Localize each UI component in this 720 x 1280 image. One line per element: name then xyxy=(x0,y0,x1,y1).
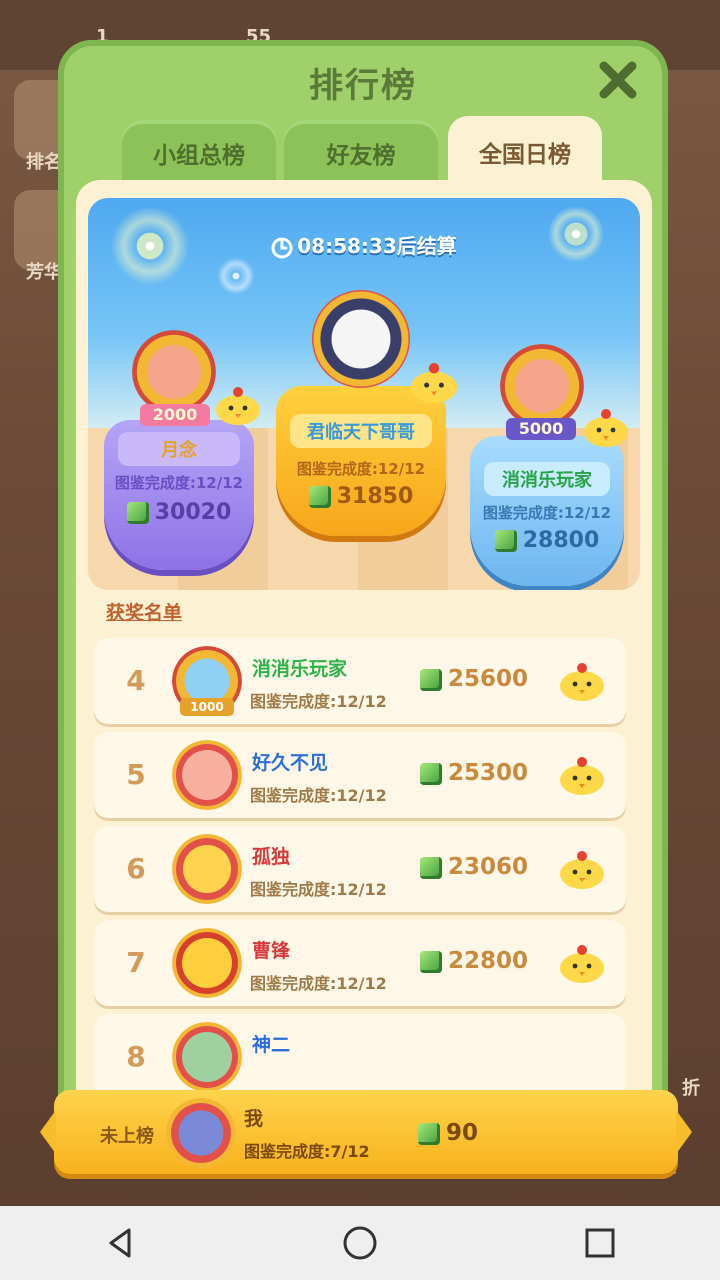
rank-number: 7 xyxy=(126,946,146,979)
chick-icon xyxy=(216,387,260,425)
player-score-wrap: 25600 xyxy=(420,666,528,692)
podium-first-progress: 图鉴完成度:12/12 xyxy=(296,460,426,478)
system-navigation-bar xyxy=(0,1206,720,1280)
tab-national-daily[interactable]: 全国日榜 xyxy=(448,116,602,188)
nav-recent-button[interactable] xyxy=(560,1213,640,1273)
rank-number: 5 xyxy=(126,758,146,791)
list-item[interactable]: 8 神二 xyxy=(94,1014,626,1100)
player-name: 消消乐玩家 xyxy=(252,658,348,680)
background-label-2: 芳华 xyxy=(26,262,62,283)
player-progress: 图鉴完成度:12/12 xyxy=(250,880,387,899)
avatar-badge: 1000 xyxy=(180,698,234,716)
podium-second-badge: 2000 xyxy=(140,404,210,426)
podium-third-name: 消消乐玩家 xyxy=(484,462,610,496)
my-rank-status: 未上榜 xyxy=(100,1126,154,1147)
player-name: 好久不见 xyxy=(252,752,329,774)
firework-decoration xyxy=(214,254,258,298)
tab-bar: 小组总榜 好友榜 全国日榜 xyxy=(122,116,602,188)
my-avatar xyxy=(166,1098,236,1168)
player-score: 23060 xyxy=(448,854,529,880)
player-progress: 图鉴完成度:12/12 xyxy=(250,974,387,993)
podium-second-score-wrap: 30020 xyxy=(104,500,254,525)
podium-second-card[interactable]: 月念 图鉴完成度:12/12 30020 xyxy=(104,420,254,570)
my-progress: 图鉴完成度:7/12 xyxy=(244,1142,370,1161)
podium-third-card[interactable]: 消消乐玩家 图鉴完成度:12/12 28800 xyxy=(470,436,624,586)
list-item[interactable]: 4 1000 消消乐玩家 图鉴完成度:12/12 25600 xyxy=(94,638,626,724)
chick-icon xyxy=(584,409,628,447)
podium-first-card[interactable]: 君临天下哥哥 图鉴完成度:12/12 31850 xyxy=(276,386,446,536)
nav-home-button[interactable] xyxy=(320,1213,400,1273)
my-score: 90 xyxy=(446,1120,479,1146)
avatar xyxy=(172,834,242,904)
chick-icon xyxy=(560,851,604,889)
avatar xyxy=(172,1022,242,1092)
recent-square-icon xyxy=(585,1228,615,1258)
green-gem-icon xyxy=(420,856,442,879)
podium-first-avatar xyxy=(312,290,410,388)
chick-icon xyxy=(560,663,604,701)
avatar xyxy=(172,740,242,810)
panel-title: 排行榜 xyxy=(309,66,417,106)
countdown-text: 08:58:33后结算 xyxy=(297,234,457,258)
list-item[interactable]: 7 曹锋 图鉴完成度:12/12 22800 xyxy=(94,920,626,1006)
my-score-wrap: 90 xyxy=(418,1120,478,1146)
podium-first-name: 君临天下哥哥 xyxy=(290,414,432,448)
tab-friends[interactable]: 好友榜 xyxy=(284,120,438,186)
rank-number: 4 xyxy=(126,664,146,697)
rank-number: 6 xyxy=(126,852,146,885)
green-gem-icon xyxy=(420,668,442,691)
podium-second-avatar xyxy=(132,330,216,414)
player-name: 曹锋 xyxy=(252,940,291,962)
player-score-wrap: 25300 xyxy=(420,760,528,786)
podium-second-score: 30020 xyxy=(154,500,232,525)
background-label-1: 排名 xyxy=(26,152,62,173)
leaderboard-panel: 排行榜 小组总榜 好友榜 全国日榜 08:58:33后结算 月念 图鉴完成度:1… xyxy=(40,40,692,1174)
podium-first-score-wrap: 31850 xyxy=(276,484,446,509)
green-gem-icon xyxy=(420,762,442,785)
podium-third-avatar xyxy=(500,344,584,428)
podium: 08:58:33后结算 月念 图鉴完成度:12/12 30020 2000 君临… xyxy=(88,198,640,590)
list-item[interactable]: 5 好久不见 图鉴完成度:12/12 25300 xyxy=(94,732,626,818)
podium-first-score: 31850 xyxy=(336,484,414,509)
close-button[interactable] xyxy=(596,58,640,102)
leaderboard-content: 08:58:33后结算 月念 图鉴完成度:12/12 30020 2000 君临… xyxy=(76,180,652,1150)
podium-second-progress: 图鉴完成度:12/12 xyxy=(114,474,244,492)
my-name: 我 xyxy=(244,1108,264,1130)
winners-list-link[interactable]: 获奖名单 xyxy=(106,598,182,625)
player-score-wrap: 23060 xyxy=(420,854,528,880)
rank-number: 8 xyxy=(126,1040,146,1073)
player-name: 神二 xyxy=(252,1034,291,1056)
podium-third-progress: 图鉴完成度:12/12 xyxy=(482,504,612,522)
back-triangle-icon xyxy=(109,1228,131,1258)
player-score-wrap: 22800 xyxy=(420,948,528,974)
countdown-timer: 08:58:33后结算 xyxy=(88,230,640,259)
close-x-icon xyxy=(599,61,637,99)
podium-third-score-wrap: 28800 xyxy=(470,528,624,553)
player-progress: 图鉴完成度:12/12 xyxy=(250,692,387,711)
green-gem-icon xyxy=(126,502,149,524)
background-label-3: 折 xyxy=(682,1078,700,1099)
podium-third-badge: 5000 xyxy=(506,418,576,440)
home-circle-icon xyxy=(343,1226,377,1260)
player-name: 孤独 xyxy=(252,846,291,868)
nav-back-button[interactable] xyxy=(80,1213,160,1273)
list-item[interactable]: 6 孤独 图鉴完成度:12/12 23060 xyxy=(94,826,626,912)
player-score: 22800 xyxy=(448,948,529,974)
player-score: 25600 xyxy=(448,666,529,692)
tab-group-total[interactable]: 小组总榜 xyxy=(122,120,276,186)
my-rank-bar[interactable]: 未上榜 我 图鉴完成度:7/12 90 xyxy=(40,1090,692,1174)
chick-icon xyxy=(410,363,458,403)
green-gem-icon xyxy=(418,1122,440,1145)
green-gem-icon xyxy=(494,530,517,552)
podium-second-name: 月念 xyxy=(118,432,240,466)
podium-third-score: 28800 xyxy=(522,528,600,553)
chick-icon xyxy=(560,945,604,983)
player-progress: 图鉴完成度:12/12 xyxy=(250,786,387,805)
avatar xyxy=(172,928,242,998)
green-gem-icon xyxy=(420,950,442,973)
green-gem-icon xyxy=(308,486,331,508)
player-score: 25300 xyxy=(448,760,529,786)
clock-icon xyxy=(271,237,293,258)
chick-icon xyxy=(560,757,604,795)
